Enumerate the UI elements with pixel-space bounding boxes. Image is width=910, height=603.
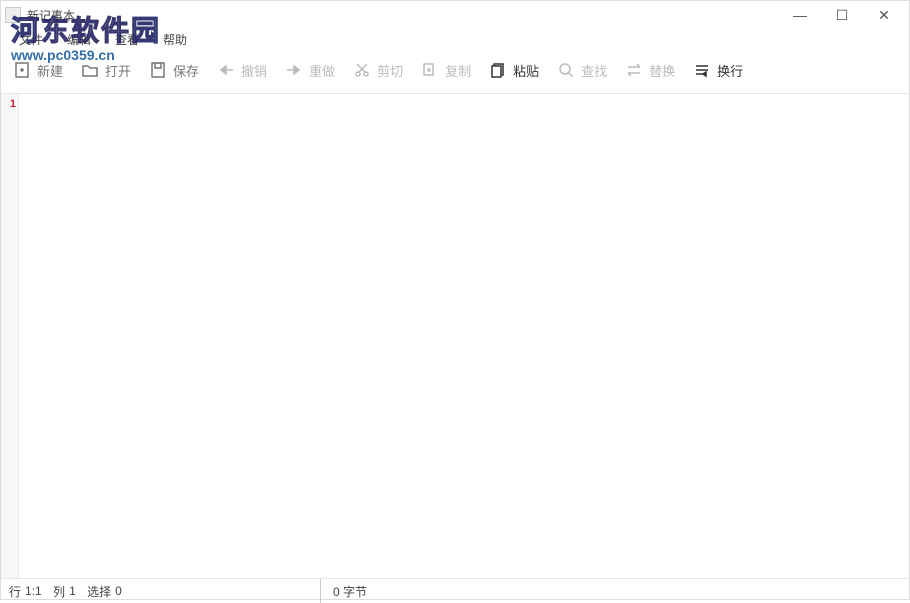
find-button[interactable]: 查找 xyxy=(549,57,615,84)
status-col-value: 1 xyxy=(69,584,76,598)
redo-label: 重做 xyxy=(309,61,335,80)
menu-view[interactable]: 查看 xyxy=(103,29,151,51)
undo-label: 撤销 xyxy=(241,61,267,80)
paste-label: 粘贴 xyxy=(513,61,539,80)
replace-button[interactable]: 替换 xyxy=(617,57,683,84)
close-button[interactable]: ✕ xyxy=(863,1,905,29)
menu-help[interactable]: 帮助 xyxy=(151,29,199,51)
save-label: 保存 xyxy=(173,61,199,80)
wrap-label: 换行 xyxy=(717,61,743,80)
line-number: 1 xyxy=(3,98,16,110)
redo-button[interactable]: 重做 xyxy=(277,57,343,84)
open-icon xyxy=(81,61,99,79)
status-size: 0 字节 xyxy=(321,583,379,600)
undo-button[interactable]: 撤销 xyxy=(209,57,275,84)
cut-button[interactable]: 剪切 xyxy=(345,57,411,84)
status-row-label: 行 xyxy=(9,583,21,600)
open-label: 打开 xyxy=(105,61,131,80)
paste-icon xyxy=(489,61,507,79)
copy-label: 复制 xyxy=(445,61,471,80)
wrap-button[interactable]: 换行 xyxy=(685,57,751,84)
statusbar: 行 1:1 列 1 选择 0 0 字节 xyxy=(1,579,909,603)
copy-button[interactable]: 复制 xyxy=(413,57,479,84)
cut-icon xyxy=(353,61,371,79)
status-sel-value: 0 xyxy=(115,584,122,598)
new-icon xyxy=(13,61,31,79)
status-left: 行 1:1 列 1 选择 0 xyxy=(1,579,321,603)
save-icon xyxy=(149,61,167,79)
new-button[interactable]: 新建 xyxy=(5,57,71,84)
status-col-label: 列 xyxy=(53,583,65,600)
editor: 1 xyxy=(1,93,909,579)
menu-edit[interactable]: 编辑 xyxy=(55,29,103,51)
replace-label: 替换 xyxy=(649,61,675,80)
menu-file[interactable]: 文件 xyxy=(7,29,55,51)
paste-button[interactable]: 粘贴 xyxy=(481,57,547,84)
redo-icon xyxy=(285,61,303,79)
text-area[interactable] xyxy=(19,94,909,578)
replace-icon xyxy=(625,61,643,79)
find-label: 查找 xyxy=(581,61,607,80)
new-label: 新建 xyxy=(37,61,63,80)
window-title: 新记事本 xyxy=(27,7,75,24)
status-sel-label: 选择 xyxy=(87,583,111,600)
open-button[interactable]: 打开 xyxy=(73,57,139,84)
status-row-value: 1:1 xyxy=(25,584,42,598)
titlebar: 新记事本 — ☐ ✕ xyxy=(1,1,909,29)
save-button[interactable]: 保存 xyxy=(141,57,207,84)
cut-label: 剪切 xyxy=(377,61,403,80)
maximize-button[interactable]: ☐ xyxy=(821,1,863,29)
menubar: 文件 编辑 查看 帮助 xyxy=(1,29,909,51)
copy-icon xyxy=(421,61,439,79)
app-icon xyxy=(5,7,21,23)
line-gutter: 1 xyxy=(1,94,19,578)
toolbar: 新建 打开 保存 撤销 重做 剪切 复制 粘贴 查找 替换 换行 xyxy=(1,51,909,89)
undo-icon xyxy=(217,61,235,79)
wrap-icon xyxy=(693,61,711,79)
window-controls: — ☐ ✕ xyxy=(779,1,905,29)
minimize-button[interactable]: — xyxy=(779,1,821,29)
find-icon xyxy=(557,61,575,79)
